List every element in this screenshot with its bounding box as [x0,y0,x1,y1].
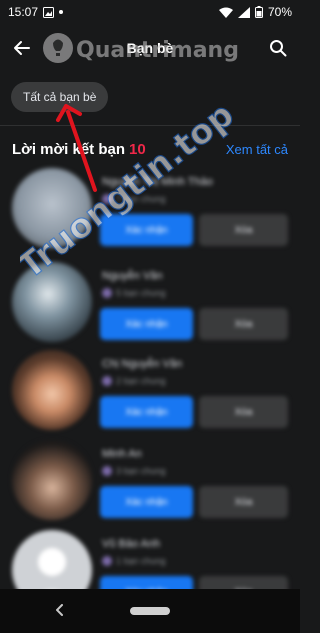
request-mutual-friends: 2 bạn chung [102,376,166,386]
friend-request-row[interactable]: Minh An 3 bạn chung Xác nhận Xóa [0,440,300,530]
confirm-button[interactable]: Xác nhận [100,308,193,340]
avatar[interactable] [12,440,92,520]
watermark-logo: Quantrimang [43,33,239,63]
mutual-avatar-icon [102,376,112,386]
status-time: 15:07 [8,5,39,19]
battery-percent: 70% [267,5,292,19]
watermark-diagonal: Truongtin.top [20,94,242,288]
mutual-friends-text: 1 bạn chung [116,556,166,566]
confirm-button[interactable]: Xác nhận [100,486,193,518]
wifi-icon [218,7,233,18]
watermark-logo-text: Quantrimang [76,38,239,63]
system-nav-bar [0,589,300,633]
confirm-button[interactable]: Xác nhận [100,396,193,428]
mutual-friends-text: 2 bạn chung [116,376,166,386]
nav-home-pill[interactable] [130,607,170,615]
delete-button[interactable]: Xóa [199,308,288,340]
friend-request-row[interactable]: Chị Nguyễn Văn 2 bạn chung Xác nhận Xóa [0,350,300,440]
signal-icon [237,6,250,18]
avatar[interactable] [12,350,92,430]
search-icon [270,40,287,57]
request-name[interactable]: Chị Nguyễn Văn [102,358,182,370]
mutual-avatar-icon [102,466,112,476]
battery-icon [254,6,263,18]
status-bar: 15:07 70% [0,0,300,24]
delete-button[interactable]: Xóa [199,396,288,428]
mutual-avatar-icon [102,556,112,566]
request-name[interactable]: Vũ Bảo Anh [102,538,160,550]
search-button[interactable] [266,36,290,60]
notification-dot-icon [59,10,64,14]
delete-button[interactable]: Xóa [199,486,288,518]
request-name[interactable]: Minh An [102,448,142,460]
gallery-notification-icon [43,6,55,18]
mutual-friends-text: 3 bạn chung [116,466,166,476]
arrow-left-icon [14,41,30,55]
back-button[interactable] [10,36,34,60]
request-mutual-friends: 3 bạn chung [102,466,166,476]
watermark-diagonal-text: Truongtin.top [20,95,241,287]
request-mutual-friends: 1 bạn chung [102,556,166,566]
nav-back-icon[interactable] [55,603,64,619]
